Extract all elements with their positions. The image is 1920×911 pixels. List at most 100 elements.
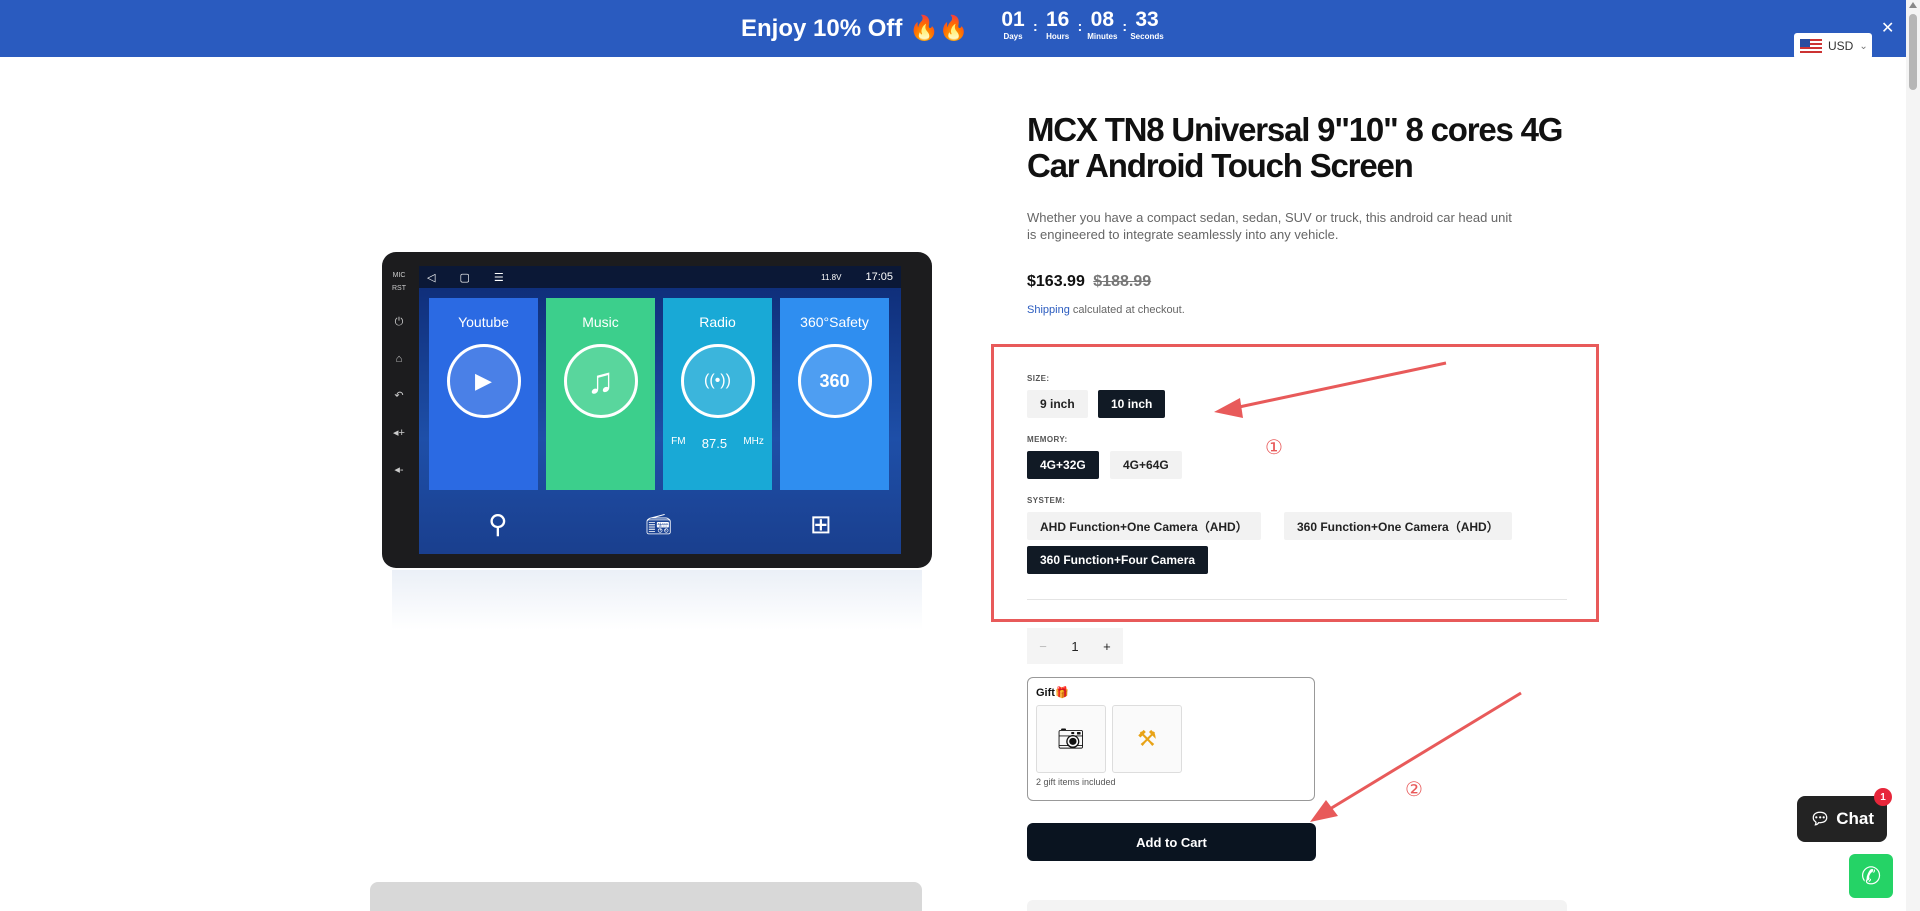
size-option-9-inch[interactable]: 9 inch	[1027, 390, 1088, 418]
home-icon: ⌂	[395, 353, 403, 365]
music-note-icon: ♫	[563, 344, 638, 418]
status-time: 17:05	[865, 271, 893, 283]
size-option-10-inch[interactable]: 10 inch	[1098, 390, 1166, 418]
chat-label: Chat	[1836, 809, 1875, 828]
product-price-block: $163.99 $188.99	[1027, 273, 1151, 291]
product-compare-price: $188.99	[1093, 273, 1152, 290]
memory-label: MEMORY:	[1027, 435, 1068, 444]
power-icon: ⏻	[394, 316, 404, 328]
annotation-arrows	[1214, 361, 1522, 822]
countdown-minutes-label: Minutes	[1087, 32, 1118, 41]
status-voltage: 11.8V	[821, 272, 842, 282]
countdown-minutes: 08 Minutes	[1086, 8, 1118, 42]
countdown-seconds: 33 Seconds	[1130, 8, 1164, 42]
product-image-reflection	[392, 570, 922, 630]
gift-note: 2 gift items included	[1036, 777, 1116, 787]
location-pin-icon: ⚲	[488, 508, 508, 539]
camera-360-icon: 360	[797, 344, 872, 418]
tile-youtube: Youtube ▶	[429, 298, 538, 490]
currency-label: USD	[1828, 39, 1854, 53]
chevron-down-icon: ⌄	[1859, 40, 1868, 52]
apps-grid-icon: ⊞	[809, 508, 832, 539]
nav-home-icon: ▢	[459, 271, 470, 284]
quantity-increase-button[interactable]: +	[1103, 639, 1111, 654]
gift-box: Gift🎁 📷︎ ⚒ 2 gift items included	[1027, 677, 1315, 801]
chat-button[interactable]: 💬︎ Chat	[1797, 796, 1887, 842]
chat-notification-badge: 1	[1874, 788, 1892, 806]
radio-band: FM	[671, 436, 686, 447]
tile-radio: Radio ((•)) FM 87.5 MHz	[663, 298, 772, 490]
youtube-icon: ▶	[446, 344, 521, 418]
page-scrollbar[interactable]	[1906, 0, 1920, 911]
radio-icon: 📻︎	[645, 513, 672, 536]
promo-bar: Enjoy 10% Off 🔥🔥 01 Days : 16 Hours : 08…	[0, 0, 1920, 57]
nav-back-icon: ◁	[427, 271, 436, 284]
system-label: SYSTEM:	[1027, 496, 1066, 505]
shipping-text: calculated at checkout.	[1069, 304, 1185, 316]
tile-360-safety: 360°Safety 360	[780, 298, 889, 490]
tile-youtube-label: Youtube	[458, 314, 509, 330]
promo-close-icon[interactable]: ✕	[1881, 18, 1894, 38]
us-flag-icon	[1800, 39, 1822, 53]
gift-camera-thumbnail[interactable]: 📷︎	[1036, 705, 1106, 773]
quantity-stepper[interactable]: − 1 +	[1027, 628, 1123, 664]
countdown-separator: :	[1077, 18, 1083, 34]
quantity-value[interactable]: 1	[1071, 639, 1078, 654]
tile-360-safety-label: 360°Safety	[800, 314, 869, 330]
whatsapp-icon[interactable]: ✆	[1849, 854, 1893, 898]
product-image-secondary[interactable]	[370, 882, 922, 911]
volume-up-icon: ◂+	[393, 427, 405, 439]
shipping-link[interactable]: Shipping	[1027, 304, 1070, 316]
product-description: Whether you have a compact sedan, sedan,…	[1027, 210, 1512, 242]
device-side-buttons: MIC RST ⏻ ⌂ ↶ ◂+ ◂-	[382, 252, 416, 568]
quantity-decrease-button[interactable]: −	[1039, 639, 1047, 654]
tile-radio-label: Radio	[699, 314, 736, 330]
reset-label: RST	[392, 285, 406, 292]
annotation-arrow-2-head	[1310, 800, 1338, 822]
product-image-head-unit[interactable]: MIC RST ⏻ ⌂ ↶ ◂+ ◂- ◁ ▢ ☰ 11.8V 17:05 Yo…	[382, 252, 932, 568]
countdown-timer: 01 Days : 16 Hours : 08 Minutes : 33 Sec…	[997, 8, 1163, 42]
system-option-ahd-one-camera[interactable]: AHD Function+One Camera（AHD）	[1027, 512, 1261, 540]
promo-text: Enjoy 10% Off 🔥🔥	[741, 15, 969, 42]
countdown-days-value: 01	[1001, 8, 1025, 31]
annotation-highlight-box	[991, 344, 1599, 622]
options-divider	[1027, 599, 1567, 600]
size-label: SIZE:	[1027, 374, 1050, 383]
countdown-days-label: Days	[1003, 32, 1023, 41]
back-icon: ↶	[394, 390, 404, 402]
device-status-bar: ◁ ▢ ☰ 11.8V 17:05	[419, 266, 901, 288]
tile-music-label: Music	[582, 314, 619, 330]
gift-trim-tools-thumbnail[interactable]: ⚒	[1112, 705, 1182, 773]
nav-menu-icon: ☰	[493, 271, 504, 284]
system-option-360-one-camera[interactable]: 360 Function+One Camera（AHD）	[1284, 512, 1512, 540]
countdown-seconds-label: Seconds	[1130, 32, 1164, 41]
countdown-days: 01 Days	[997, 8, 1029, 42]
radio-unit: MHz	[743, 436, 764, 447]
annotation-marker-2: ②	[1405, 779, 1423, 801]
system-option-360-four-camera[interactable]: 360 Function+Four Camera	[1027, 546, 1209, 574]
annotation-marker-1: ①	[1265, 437, 1283, 459]
device-dock: ⚲ 📻︎ ⊞	[419, 494, 901, 554]
scroll-up-arrow-icon[interactable]	[1909, 2, 1917, 8]
gift-items: 📷︎ ⚒	[1036, 705, 1306, 773]
radio-readout: FM 87.5 MHz	[663, 436, 772, 451]
below-fold-panel	[1027, 900, 1567, 911]
countdown-seconds-value: 33	[1135, 8, 1159, 31]
chat-bubble-icon: 💬︎	[1809, 811, 1831, 828]
currency-selector[interactable]: USD ⌄	[1794, 33, 1872, 59]
radio-wave-icon: ((•))	[680, 344, 755, 418]
memory-option-4g-32g[interactable]: 4G+32G	[1027, 451, 1099, 479]
scroll-thumb[interactable]	[1909, 14, 1917, 90]
mic-label: MIC	[392, 272, 406, 279]
countdown-hours-label: Hours	[1046, 32, 1070, 41]
product-price: $163.99	[1027, 273, 1085, 290]
memory-option-4g-64g[interactable]: 4G+64G	[1110, 451, 1182, 479]
countdown-minutes-value: 08	[1090, 8, 1115, 31]
device-screen: ◁ ▢ ☰ 11.8V 17:05 Youtube ▶ Music ♫ Radi…	[419, 266, 901, 554]
countdown-separator: :	[1033, 18, 1038, 34]
shipping-note: Shipping calculated at checkout.	[1027, 304, 1185, 316]
tile-music: Music ♫	[546, 298, 655, 490]
countdown-hours: 16 Hours	[1042, 8, 1074, 42]
add-to-cart-button[interactable]: Add to Cart	[1027, 823, 1316, 861]
product-title: MCX TN8 Universal 9"10" 8 cores 4G Car A…	[1027, 111, 1563, 184]
